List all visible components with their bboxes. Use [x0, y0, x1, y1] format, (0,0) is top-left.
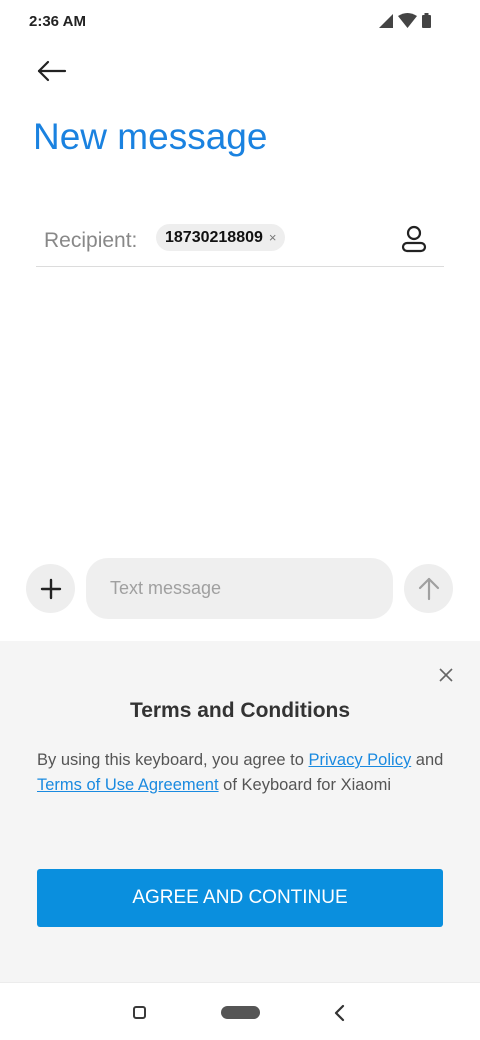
- recipient-chip-number: 18730218809: [165, 228, 263, 246]
- terms-panel: Terms and Conditions By using this keybo…: [0, 641, 480, 982]
- message-input[interactable]: [86, 558, 393, 619]
- plus-icon: [40, 578, 61, 599]
- status-bar: 2:36 AM: [0, 0, 480, 44]
- terms-body-mid: and: [411, 751, 444, 769]
- terms-body-prefix: By using this keyboard, you agree to: [37, 751, 309, 769]
- status-time: 2:36 AM: [29, 13, 86, 30]
- recents-icon[interactable]: [133, 1006, 146, 1019]
- close-icon: [439, 668, 453, 682]
- composer: [0, 556, 480, 622]
- contact-picker-button[interactable]: [398, 223, 430, 255]
- recipient-label: Recipient:: [44, 229, 138, 252]
- page-title: New message: [33, 116, 268, 157]
- navigation-bar: [0, 982, 480, 1040]
- terms-title: Terms and Conditions: [129, 699, 351, 722]
- recipient-row[interactable]: Recipient: 18730218809 ×: [36, 216, 444, 267]
- contact-person-icon: [401, 225, 427, 253]
- agree-and-continue-button[interactable]: AGREE AND CONTINUE: [37, 869, 443, 927]
- privacy-policy-link[interactable]: Privacy Policy: [309, 751, 412, 769]
- terms-of-use-link[interactable]: Terms of Use Agreement: [37, 776, 219, 794]
- terms-body: By using this keyboard, you agree to Pri…: [37, 748, 447, 798]
- chip-remove-icon[interactable]: ×: [269, 230, 277, 245]
- terms-close-button[interactable]: [434, 663, 458, 687]
- status-icons: [379, 13, 431, 28]
- terms-body-suffix: of Keyboard for Xiaomi: [218, 776, 391, 794]
- add-attachment-button[interactable]: [26, 564, 75, 613]
- battery-icon: [422, 13, 431, 28]
- arrow-left-icon: [37, 60, 67, 82]
- signal-icon: [379, 13, 393, 28]
- back-chevron-icon[interactable]: [332, 1003, 348, 1023]
- arrow-up-icon: [418, 577, 439, 600]
- wifi-icon: [398, 13, 417, 28]
- send-button[interactable]: [404, 564, 453, 613]
- home-pill-icon[interactable]: [221, 1006, 260, 1019]
- back-button[interactable]: [30, 52, 74, 92]
- recipient-chip[interactable]: 18730218809 ×: [156, 224, 286, 251]
